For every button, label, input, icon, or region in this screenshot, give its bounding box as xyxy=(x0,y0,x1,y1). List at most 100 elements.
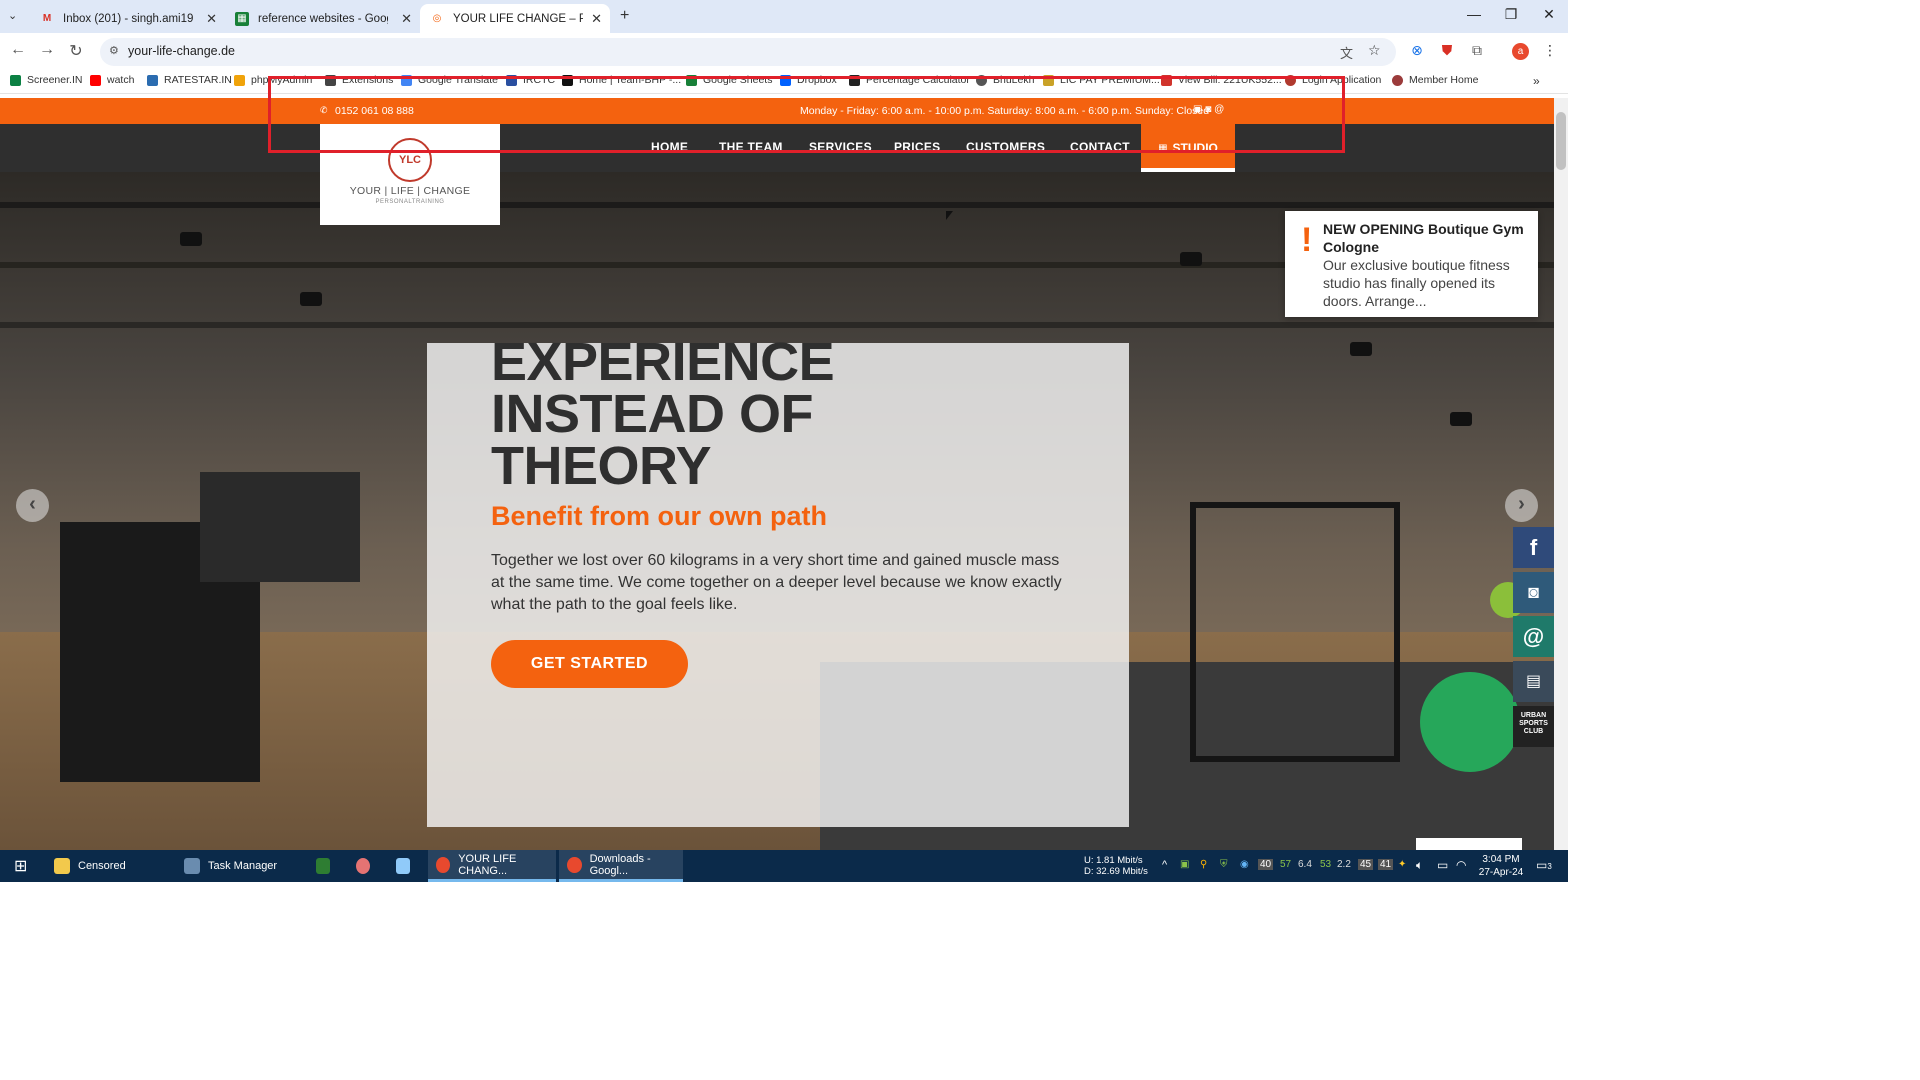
more-bookmarks-icon[interactable]: » xyxy=(1533,74,1540,88)
tab-your-life-change[interactable]: ◎ YOUR LIFE CHANGE – Personal ✕ xyxy=(420,4,610,33)
page-scrollbar[interactable] xyxy=(1554,98,1568,850)
network-speed: U: 1.81 Mbit/s D: 32.69 Mbit/s xyxy=(1084,855,1148,877)
sheets-icon: ▦ xyxy=(235,11,249,26)
shield-extension-icon[interactable]: ⛊ xyxy=(1437,42,1457,59)
taskbar-item[interactable]: Censored xyxy=(46,850,168,882)
battery-icon[interactable]: ▭ xyxy=(1437,858,1448,872)
close-tab-icon[interactable]: ✕ xyxy=(591,11,602,27)
scrollbar-thumb[interactable] xyxy=(1556,112,1566,170)
slider-next-icon[interactable]: › xyxy=(1505,489,1538,522)
close-tab-icon[interactable]: ✕ xyxy=(401,11,412,27)
tray-gpu-icon[interactable]: 45 xyxy=(1358,859,1374,870)
bookmark-star-icon[interactable]: ☆ xyxy=(1368,42,1381,59)
notice-body: Our exclusive boutique fitness studio ha… xyxy=(1323,257,1510,309)
get-started-button[interactable]: GET STARTED xyxy=(491,640,688,688)
ceiling-light xyxy=(1450,412,1472,426)
windows-start-icon[interactable]: ⊞ xyxy=(6,850,27,882)
tray-shield-icon[interactable]: ⛨ xyxy=(1220,859,1228,870)
task-manager-icon xyxy=(184,858,200,874)
taskbar-app[interactable] xyxy=(308,850,338,882)
squat-rack xyxy=(1190,502,1400,762)
cookie-tab[interactable] xyxy=(1416,838,1522,850)
tray-stat: 2.2 xyxy=(1337,859,1351,870)
url-text[interactable]: your-life-change.de xyxy=(128,44,235,58)
reload-icon[interactable]: ↻ xyxy=(66,41,86,61)
bookmark-item[interactable]: Member Home xyxy=(1392,74,1478,86)
tray-chevron-icon[interactable]: ^ xyxy=(1162,859,1167,871)
tab-strip: ⌄ M Inbox (201) - singh.ami1996@g ✕ ▦ re… xyxy=(0,0,1568,33)
tray-search-icon[interactable]: ⚲ xyxy=(1200,859,1207,870)
translate-icon[interactable]: 文 xyxy=(1340,43,1353,62)
tray-stat: 57 xyxy=(1280,859,1292,870)
tab-gmail[interactable]: M Inbox (201) - singh.ami1996@g ✕ xyxy=(30,4,225,33)
chrome-icon xyxy=(436,856,451,873)
taskbar-item[interactable]: Downloads - Googl... xyxy=(559,850,683,882)
volume-icon[interactable]: 🔈︎ xyxy=(1416,858,1423,873)
ceiling-light xyxy=(1350,342,1372,356)
extensions-puzzle-icon[interactable]: ⧉ xyxy=(1467,42,1487,59)
restore-icon[interactable]: ❐ xyxy=(1501,6,1521,23)
notifications-icon[interactable]: ▭3 xyxy=(1536,858,1552,872)
tray-globe-icon[interactable]: ◉ xyxy=(1240,859,1249,870)
tab-sheets[interactable]: ▦ reference websites - Google Sh ✕ xyxy=(225,4,420,33)
urban-sports-club-icon[interactable]: URBAN SPORTS CLUB xyxy=(1513,706,1554,747)
tray-app-icon[interactable]: ▣ xyxy=(1180,859,1189,870)
slider-prev-icon[interactable]: ‹ xyxy=(16,489,49,522)
ratestar-icon xyxy=(147,74,158,86)
dumbbell-rack xyxy=(200,472,360,582)
notepad-icon xyxy=(396,858,410,874)
ceiling-light xyxy=(300,292,322,306)
taskbar-app[interactable] xyxy=(348,850,378,882)
close-tab-icon[interactable]: ✕ xyxy=(206,11,217,27)
tray-cpu-icon[interactable]: 40 xyxy=(1258,859,1274,870)
hero-body: Together we lost over 60 kilograms in a … xyxy=(491,552,1062,613)
minimize-icon[interactable]: — xyxy=(1464,6,1484,22)
forward-icon[interactable]: → xyxy=(37,41,57,59)
logo-name: YOUR | LIFE | CHANGE xyxy=(349,185,471,197)
close-window-icon[interactable]: ✕ xyxy=(1539,6,1559,23)
tab-search-icon[interactable]: ⌄ xyxy=(8,9,17,22)
taskbar-item[interactable]: YOUR LIFE CHANG... xyxy=(428,850,556,882)
site-icon: ◎ xyxy=(432,13,442,24)
tray-temp-icon[interactable]: 41 xyxy=(1378,859,1394,870)
website-viewport: ✆ 0152 061 08 888 Monday - Friday: 6:00 … xyxy=(0,98,1554,850)
wifi-icon[interactable]: ◠ xyxy=(1456,858,1466,872)
ceiling-beam xyxy=(0,202,1554,208)
logo-tagline: PERSONALTRAINING xyxy=(375,199,445,205)
notice-title: NEW OPENING Boutique Gym Cologne xyxy=(1323,221,1524,255)
instagram-icon[interactable]: ◙ xyxy=(1513,572,1554,613)
tray-stat: 53 xyxy=(1320,859,1332,870)
newsletter-icon[interactable]: ▤ xyxy=(1513,661,1554,702)
hero-subtitle: Benefit from our own path xyxy=(491,501,827,531)
extension-icon[interactable]: ⊗ xyxy=(1407,42,1427,59)
phpmyadmin-icon xyxy=(234,74,245,86)
menu-kebab-icon[interactable]: ⋮ xyxy=(1540,42,1560,59)
facebook-icon[interactable]: f xyxy=(1513,527,1554,568)
gym-ball xyxy=(1420,672,1520,772)
youtube-icon xyxy=(90,74,101,86)
bookmark-item[interactable]: RATESTAR.IN xyxy=(147,74,232,86)
bookmark-item[interactable]: watch xyxy=(90,74,134,86)
folder-icon xyxy=(54,858,70,874)
back-icon[interactable]: ← xyxy=(8,41,28,59)
email-icon[interactable]: @ xyxy=(1513,616,1554,657)
tray-app-icon[interactable]: ✦ xyxy=(1398,859,1406,870)
member-home-icon xyxy=(1392,74,1403,86)
ceiling-beam xyxy=(0,322,1554,328)
spreadsheet-icon xyxy=(316,858,330,874)
browser-toolbar: ← → ↻ ⚙ your-life-change.de 文 ☆ ⊗ ⛊ ⧉ a … xyxy=(0,33,1568,70)
new-tab-icon[interactable]: + xyxy=(620,7,629,25)
ceiling-light xyxy=(1180,252,1202,266)
ceiling-light xyxy=(180,232,202,246)
profile-avatar[interactable]: a xyxy=(1512,43,1529,60)
gmail-icon: M xyxy=(42,13,52,24)
taskbar-app[interactable] xyxy=(388,850,418,882)
app-icon xyxy=(356,858,370,874)
bookmark-item[interactable]: Screener.IN xyxy=(10,74,82,86)
taskbar-item[interactable]: Task Manager xyxy=(176,850,298,882)
address-bar[interactable]: ⚙ your-life-change.de 文 ☆ xyxy=(100,38,1396,66)
site-info-icon[interactable]: ⚙ xyxy=(109,44,119,57)
clock[interactable]: 3:04 PM 27-Apr-24 xyxy=(1476,853,1526,879)
new-opening-notice[interactable]: ! NEW OPENING Boutique Gym Cologne Our e… xyxy=(1285,211,1538,317)
exclamation-icon: ! xyxy=(1301,221,1313,259)
